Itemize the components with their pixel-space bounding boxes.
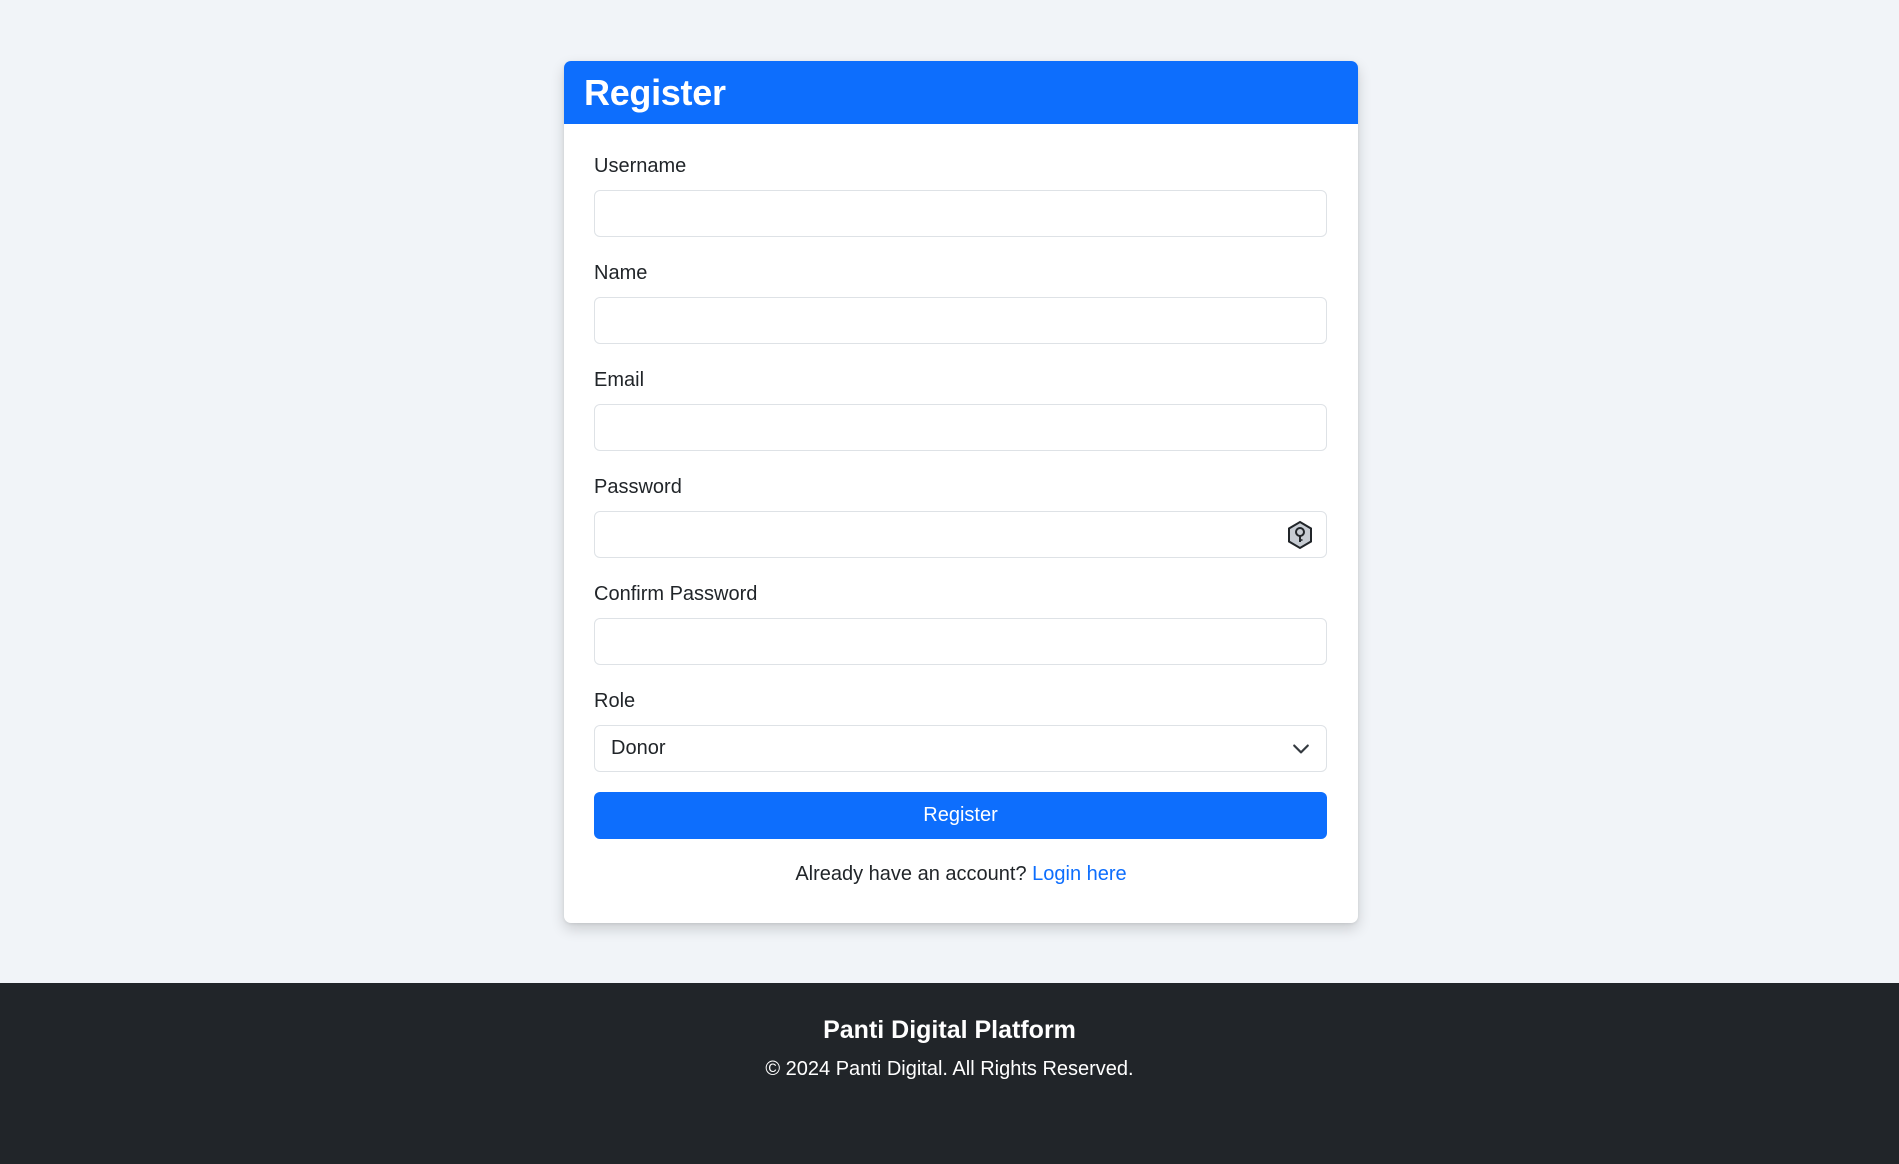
footer: Panti Digital Platform © 2024 Panti Digi… bbox=[0, 983, 1899, 1164]
login-link[interactable]: Login here bbox=[1032, 863, 1127, 885]
login-prompt-text: Already have an account? bbox=[795, 863, 1027, 885]
name-input[interactable] bbox=[594, 297, 1327, 344]
login-prompt: Already have an account? Login here bbox=[594, 863, 1328, 886]
email-input[interactable] bbox=[594, 404, 1327, 451]
page-title: Register bbox=[584, 71, 726, 113]
role-group: Role Donor bbox=[594, 689, 1328, 772]
password-group: Password bbox=[594, 475, 1328, 558]
username-input[interactable] bbox=[594, 190, 1327, 237]
role-label: Role bbox=[594, 690, 636, 712]
username-group: Username bbox=[594, 154, 1328, 237]
chevron-down-icon bbox=[1293, 744, 1309, 753]
register-button[interactable]: Register bbox=[594, 792, 1327, 839]
password-input[interactable] bbox=[594, 511, 1327, 558]
email-label: Email bbox=[594, 369, 645, 391]
card-header: Register bbox=[564, 61, 1358, 124]
username-label: Username bbox=[594, 155, 687, 177]
footer-copyright: © 2024 Panti Digital. All Rights Reserve… bbox=[765, 1058, 1134, 1080]
register-card: Register Username Name Email Password Co… bbox=[564, 61, 1358, 923]
footer-title: Panti Digital Platform bbox=[823, 1016, 1076, 1044]
role-select[interactable]: Donor bbox=[594, 725, 1327, 772]
confirm-password-label: Confirm Password bbox=[594, 583, 758, 605]
name-label: Name bbox=[594, 262, 648, 284]
register-form: Username Name Email Password Confirm Pas… bbox=[564, 124, 1358, 886]
email-group: Email bbox=[594, 368, 1328, 451]
confirm-password-group: Confirm Password bbox=[594, 582, 1328, 665]
role-selected-value: Donor bbox=[611, 737, 666, 759]
confirm-password-input[interactable] bbox=[594, 618, 1327, 665]
password-manager-key-icon[interactable] bbox=[1285, 520, 1315, 550]
password-label: Password bbox=[594, 476, 682, 498]
password-wrap bbox=[594, 511, 1328, 558]
name-group: Name bbox=[594, 261, 1328, 344]
